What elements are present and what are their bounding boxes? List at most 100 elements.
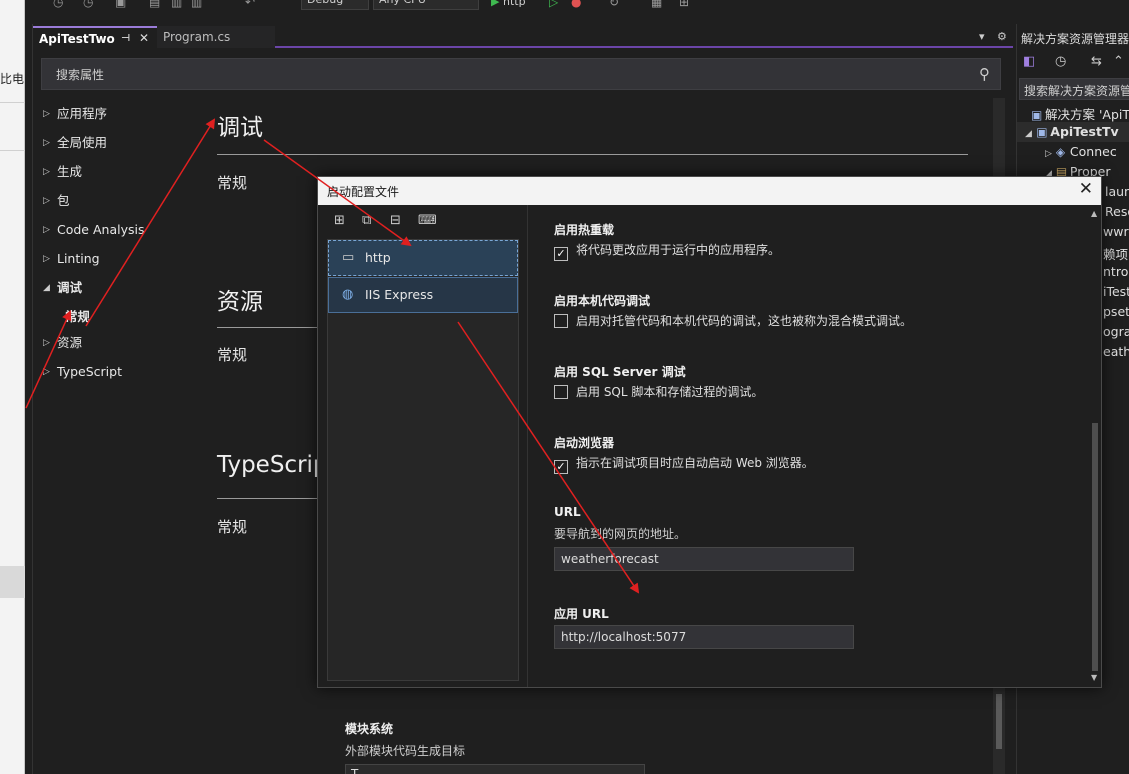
scrollbar-thumb[interactable] (996, 694, 1002, 749)
save-all-icon[interactable]: ▥ (191, 0, 203, 8)
tree-item[interactable]: wwro (1103, 224, 1129, 239)
solution-search-input[interactable]: 搜索解决方案资源管 (1019, 78, 1129, 100)
tree-item[interactable]: laun (1105, 184, 1129, 199)
url-input[interactable]: weatherforecast (554, 547, 854, 571)
profile-item-iis-express[interactable]: ◍ IIS Express (328, 277, 518, 313)
hot-reload-checkbox[interactable]: ✓ 将代码更改应用于运行中的应用程序。 (554, 241, 780, 261)
nav-item-debug-general[interactable]: 常规 (41, 307, 191, 333)
solution-icon: ▣ (1031, 108, 1043, 122)
native-debug-checkbox[interactable]: 启用对托管代码和本机代码的调试，这也被称为混合模式调试。 (554, 312, 912, 329)
profile-settings-panel: 启用热重载 ✓ 将代码更改应用于运行中的应用程序。 启用本机代码调试 启用对托管代… (528, 205, 1088, 687)
layout-icon[interactable]: ⊞ (679, 0, 691, 8)
toolbox-icon[interactable]: ▦ (651, 0, 663, 8)
connected-services-icon: ◈ (1055, 145, 1066, 159)
nav-item-application[interactable]: ▷ 应用程序 (41, 104, 191, 133)
profile-item-http[interactable]: ▭ http (328, 240, 518, 276)
external-label: 比电 (0, 72, 25, 86)
tree-item[interactable]: eathe (1103, 344, 1129, 359)
tab-program-cs[interactable]: Program.cs (157, 26, 275, 48)
nav-item-global-usings[interactable]: ▷ 全局使用 (41, 133, 191, 162)
document-tabbar: ApiTestTwo ⊣ ✕ Program.cs ▾ ⚙ (33, 24, 1013, 48)
launch-browser-checkbox[interactable]: ✓ 指示在调试项目时应自动启动 Web 浏览器。 (554, 454, 814, 474)
platform-select[interactable]: Any CPU (373, 0, 479, 10)
vs-icon[interactable]: ◧ (1023, 54, 1035, 69)
section-subtitle: 常规 (217, 174, 248, 192)
property-search-input[interactable]: 搜索属性 ⚲ (41, 58, 1001, 90)
scroll-up-icon[interactable]: ▲ (1091, 209, 1097, 218)
forward-icon[interactable]: ◷ (83, 0, 95, 8)
nav-item-resources[interactable]: ▷ 资源 (41, 333, 191, 362)
new-profile-icon[interactable]: ⊞ (334, 213, 345, 228)
selection-band (0, 566, 25, 598)
native-debug-title: 启用本机代码调试 (554, 294, 651, 308)
expand-arrow-icon: ▷ (43, 367, 50, 377)
delete-profile-icon[interactable]: ⊟ (390, 213, 401, 228)
property-nav: ▷ 应用程序 ▷ 全局使用 ▷ 生成 ▷ 包 ▷ Code Analysis ▷ Linti… (41, 104, 191, 391)
expand-arrow-icon: ▷ (43, 196, 50, 206)
tab-list-dropdown-icon[interactable]: ▾ (979, 30, 985, 43)
pin-icon[interactable]: ⊣ (121, 33, 130, 44)
copy-icon[interactable]: ▣ (115, 0, 127, 8)
run-profile-button[interactable]: ▶ http (491, 0, 535, 8)
section-subtitle: 常规 (217, 346, 248, 364)
expand-arrow-icon: ▷ (43, 338, 50, 348)
save-icon[interactable]: ▥ (171, 0, 183, 8)
collapse-all-icon[interactable]: ⌃ (1113, 54, 1124, 69)
module-system-desc: 外部模块代码生成目标 (345, 744, 466, 758)
nav-item-linting[interactable]: ▷ Linting (41, 249, 191, 278)
app-url-input[interactable]: http://localhost:5077 (554, 625, 854, 649)
checkbox-checked-icon: ✓ (554, 460, 568, 474)
copy-profile-icon[interactable]: ⧉ (362, 213, 371, 228)
solution-explorer-title: 解决方案资源管理器 (1021, 32, 1129, 46)
restart-icon[interactable]: ↻ (609, 0, 621, 8)
collapse-arrow-icon: ◢ (43, 283, 50, 293)
scroll-down-icon[interactable]: ▼ (1091, 673, 1097, 682)
tree-item[interactable]: Reso (1105, 204, 1129, 219)
solution-explorer-toolbar: ◧ ◷ ⇆ ⌃ (1017, 52, 1129, 74)
divider (0, 102, 25, 103)
tree-item[interactable]: ntrol (1103, 264, 1129, 279)
expand-arrow-icon: ▷ (1045, 149, 1052, 159)
module-system-select[interactable]: T (345, 764, 645, 774)
nav-item-build[interactable]: ▷ 生成 (41, 162, 191, 191)
configuration-select[interactable]: Debug (301, 0, 369, 10)
profile-list: ▭ http ◍ IIS Express (327, 239, 519, 681)
tree-item-solution[interactable]: ▣ 解决方案 'ApiT (1031, 104, 1129, 123)
history-icon[interactable]: ◷ (1055, 54, 1066, 69)
nav-item-package[interactable]: ▷ 包 (41, 191, 191, 220)
undo-icon[interactable]: ↶ (245, 0, 257, 8)
hot-reload-title: 启用热重载 (554, 223, 615, 237)
tree-item[interactable]: psett (1103, 304, 1129, 319)
tree-item[interactable]: ogran (1103, 324, 1129, 339)
nav-item-code-analysis[interactable]: ▷ Code Analysis (41, 220, 191, 249)
tree-item-connected-services[interactable]: ▷ ◈ Connec (1045, 144, 1117, 159)
section-title-resources: 资源 (217, 289, 263, 315)
start-without-debug-icon[interactable]: ▷ (549, 0, 561, 8)
open-icon[interactable]: ▤ (149, 0, 161, 8)
expand-arrow-icon: ▷ (43, 225, 50, 235)
module-system-title: 模块系统 (345, 722, 394, 736)
checkbox-unchecked-icon (554, 385, 568, 399)
scrollbar-thumb[interactable] (1092, 423, 1098, 671)
sql-debug-checkbox[interactable]: 启用 SQL 脚本和存储过程的调试。 (554, 383, 763, 400)
section-title-typescript: TypeScrip (217, 452, 328, 478)
external-window-strip: 比电 (0, 0, 25, 774)
stop-icon[interactable]: ● (571, 0, 583, 8)
close-icon[interactable]: ✕ (139, 31, 149, 45)
tree-item-project[interactable]: ◢ ▣ ApiTestTv (1025, 124, 1119, 139)
nav-item-typescript[interactable]: ▷ TypeScript (41, 362, 191, 391)
back-icon[interactable]: ◷ (53, 0, 65, 8)
dialog-scrollbar[interactable]: ▲ ▼ (1089, 205, 1101, 687)
tree-item[interactable]: 赖项 (1103, 244, 1128, 263)
launch-profiles-dialog: 启动配置文件 ✕ ⊞ ⧉ ⊟ ⌨ ▭ http ◍ IIS Express 启用… (317, 176, 1102, 688)
close-icon[interactable]: ✕ (1079, 179, 1093, 199)
url-title: URL (554, 505, 581, 519)
tree-item[interactable]: iTest (1103, 284, 1129, 299)
settings-gear-icon[interactable]: ⚙ (997, 30, 1007, 43)
tab-apitesttwo[interactable]: ApiTestTwo ⊣ ✕ (33, 26, 157, 48)
sync-icon[interactable]: ⇆ (1091, 54, 1102, 69)
checkbox-checked-icon: ✓ (554, 247, 568, 261)
rename-profile-icon[interactable]: ⌨ (418, 213, 437, 228)
divider (0, 150, 25, 151)
nav-item-debug[interactable]: ◢ 调试 (41, 278, 191, 307)
